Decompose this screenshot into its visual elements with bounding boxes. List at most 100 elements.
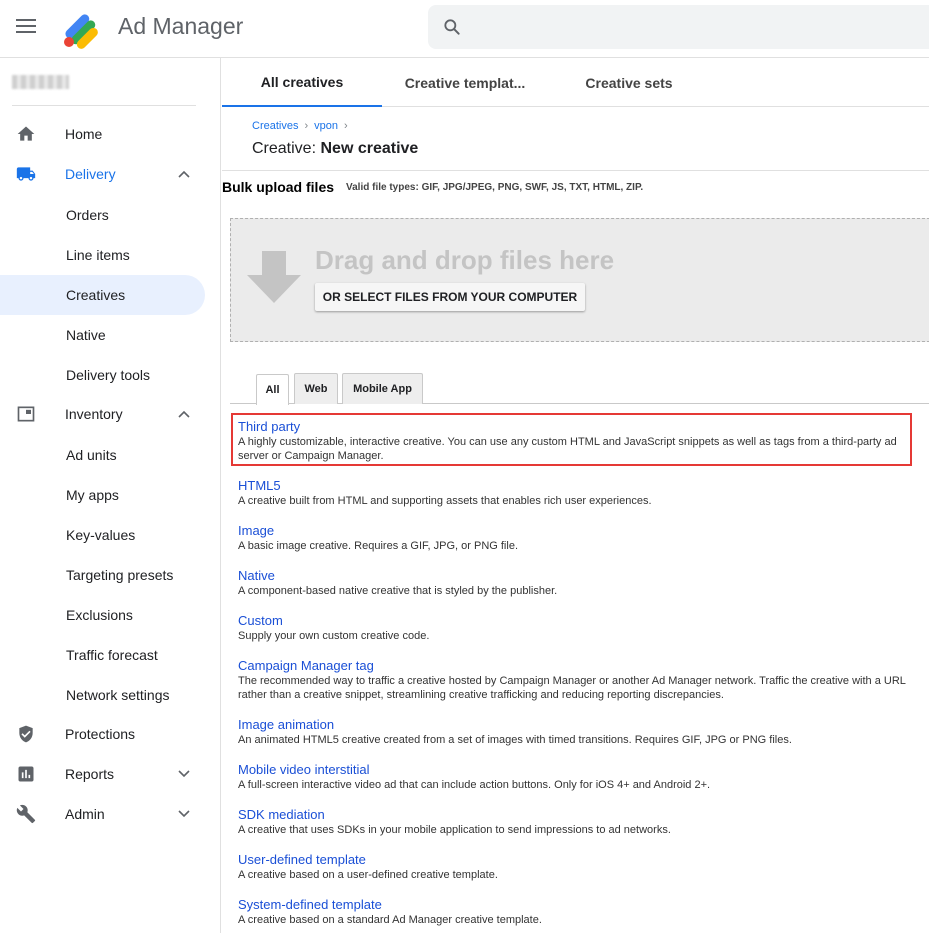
ad-manager-logo-icon — [64, 14, 98, 49]
sidebar-item-delivery-tools[interactable]: Delivery tools — [0, 355, 205, 395]
sidebar-item-creatives[interactable]: Creatives — [0, 275, 205, 315]
creative-type-image[interactable]: Image A basic image creative. Requires a… — [238, 523, 918, 553]
page-title-prefix: Creative: — [252, 140, 317, 157]
breadcrumb-separator: › — [304, 120, 309, 132]
bulk-upload-title: Bulk upload files — [222, 179, 335, 195]
sidebar-item-label: My apps — [66, 487, 119, 503]
valid-file-types: Valid file types: GIF, JPG/JPEG, PNG, SW… — [346, 182, 644, 193]
creative-type-html5[interactable]: HTML5 A creative built from HTML and sup… — [238, 478, 918, 508]
sidebar-item-exclusions[interactable]: Exclusions — [0, 595, 205, 635]
sidebar-item-inventory[interactable]: Inventory — [0, 394, 205, 434]
creative-type-name[interactable]: Image animation — [238, 717, 918, 732]
sidebar-item-label: Line items — [66, 247, 130, 263]
creative-tabs: All creatives Creative templat... Creati… — [222, 58, 929, 107]
drop-instructions: Drag and drop files here — [315, 245, 615, 275]
shield-icon — [19, 725, 33, 743]
sidebar: Home Delivery Orders Line items Creative… — [0, 58, 221, 933]
creative-type-native[interactable]: Native A component-based native creative… — [238, 568, 918, 598]
creative-type-description: The recommended way to traffic a creativ… — [238, 675, 906, 701]
creative-type-user-defined-template[interactable]: User-defined template A creative based o… — [238, 852, 918, 882]
sidebar-item-label: Delivery tools — [66, 367, 151, 383]
search-icon[interactable] — [442, 17, 462, 37]
bar-chart-icon — [18, 766, 34, 782]
sidebar-item-delivery[interactable]: Delivery — [0, 154, 205, 194]
creative-type-name[interactable]: HTML5 — [238, 478, 918, 493]
tab-all-creatives[interactable]: All creatives — [222, 58, 382, 107]
creative-type-description: A creative that uses SDKs in your mobile… — [238, 824, 671, 836]
tab-creative-sets[interactable]: Creative sets — [552, 58, 706, 107]
sidebar-item-key-values[interactable]: Key-values — [0, 515, 205, 555]
sidebar-item-native[interactable]: Native — [0, 315, 205, 355]
divider — [12, 105, 196, 106]
file-dropzone[interactable]: Drag and drop files here OR SELECT FILES… — [230, 218, 929, 342]
sidebar-item-label: Targeting presets — [66, 567, 174, 583]
top-app-bar: Ad Manager — [0, 0, 929, 58]
breadcrumb: Creatives › vpon › — [252, 120, 348, 132]
creative-type-description: A creative based on a standard Ad Manage… — [238, 914, 542, 926]
creative-type-custom[interactable]: Custom Supply your own custom creative c… — [238, 613, 918, 643]
creative-type-name[interactable]: Native — [238, 568, 918, 583]
filter-tab-web[interactable]: Web — [294, 373, 338, 404]
creative-type-name[interactable]: SDK mediation — [238, 807, 918, 822]
chevron-down-icon[interactable] — [177, 767, 191, 781]
creative-type-sdk-mediation[interactable]: SDK mediation A creative that uses SDKs … — [238, 807, 918, 837]
sidebar-item-label: Traffic forecast — [66, 647, 158, 663]
creative-type-name[interactable]: Image — [238, 523, 918, 538]
filter-tab-mobile-app[interactable]: Mobile App — [342, 373, 423, 404]
sidebar-item-protections[interactable]: Protections — [0, 714, 205, 754]
menu-icon[interactable] — [16, 19, 36, 35]
breadcrumb-separator: › — [344, 120, 348, 132]
chevron-up-icon[interactable] — [177, 167, 191, 181]
app-title: Ad Manager — [118, 13, 244, 39]
breadcrumb-link-creatives[interactable]: Creatives — [252, 120, 298, 132]
sidebar-item-home[interactable]: Home — [0, 114, 205, 154]
creative-type-system-defined-template[interactable]: System-defined template A creative based… — [238, 897, 918, 927]
sidebar-item-my-apps[interactable]: My apps — [0, 475, 205, 515]
sidebar-item-label: Inventory — [65, 406, 123, 422]
download-arrow-icon — [247, 251, 301, 303]
sidebar-item-admin[interactable]: Admin — [0, 794, 205, 834]
creative-type-description: An animated HTML5 creative created from … — [238, 734, 792, 746]
search-bar[interactable] — [428, 5, 929, 49]
creative-filter-tabs: All Web Mobile App — [230, 371, 929, 405]
sidebar-item-reports[interactable]: Reports — [0, 754, 205, 794]
creative-type-mobile-video-interstitial[interactable]: Mobile video interstitial A full-screen … — [238, 762, 918, 792]
creative-type-name[interactable]: Mobile video interstitial — [238, 762, 918, 777]
tab-creative-templates[interactable]: Creative templat... — [390, 58, 540, 107]
creative-type-description: A creative built from HTML and supportin… — [238, 495, 652, 507]
sidebar-item-orders[interactable]: Orders — [0, 195, 205, 235]
page-title: Creative: New creative — [252, 140, 418, 158]
chevron-up-icon[interactable] — [177, 407, 191, 421]
sidebar-item-label: Creatives — [66, 287, 126, 303]
sidebar-item-label: Protections — [65, 726, 136, 742]
inventory-icon — [17, 406, 35, 422]
sidebar-item-label: Admin — [65, 806, 105, 822]
page-title-main: New creative — [320, 140, 419, 157]
sidebar-item-traffic-forecast[interactable]: Traffic forecast — [0, 635, 205, 675]
creative-type-name[interactable]: Campaign Manager tag — [238, 658, 918, 673]
select-files-button[interactable]: OR SELECT FILES FROM YOUR COMPUTER — [315, 283, 585, 311]
creative-type-third-party[interactable]: Third party A highly customizable, inter… — [238, 419, 918, 463]
divider — [222, 170, 929, 171]
sidebar-item-targeting-presets[interactable]: Targeting presets — [0, 555, 205, 595]
creative-type-name[interactable]: System-defined template — [238, 897, 918, 912]
creative-type-name[interactable]: Third party — [238, 419, 918, 434]
creative-type-description: A full-screen interactive video ad that … — [238, 779, 711, 791]
sidebar-item-network-settings[interactable]: Network settings — [0, 675, 205, 715]
sidebar-item-label: Delivery — [65, 166, 116, 182]
account-name-blurred — [12, 75, 69, 89]
sidebar-item-line-items[interactable]: Line items — [0, 235, 205, 275]
creative-type-campaign-manager-tag[interactable]: Campaign Manager tag The recommended way… — [238, 658, 918, 702]
creative-type-name[interactable]: Custom — [238, 613, 918, 628]
creative-type-name[interactable]: User-defined template — [238, 852, 918, 867]
sidebar-item-ad-units[interactable]: Ad units — [0, 435, 205, 475]
sidebar-item-label: Home — [65, 126, 103, 142]
filter-tab-all[interactable]: All — [256, 374, 289, 405]
chevron-down-icon[interactable] — [177, 807, 191, 821]
creative-type-image-animation[interactable]: Image animation An animated HTML5 creati… — [238, 717, 918, 747]
creative-type-description: A highly customizable, interactive creat… — [238, 436, 897, 462]
breadcrumb-link-vpon[interactable]: vpon — [314, 120, 338, 132]
sidebar-item-label: Reports — [65, 766, 115, 782]
sidebar-item-label: Orders — [66, 207, 109, 223]
creative-type-description: Supply your own custom creative code. — [238, 630, 430, 642]
